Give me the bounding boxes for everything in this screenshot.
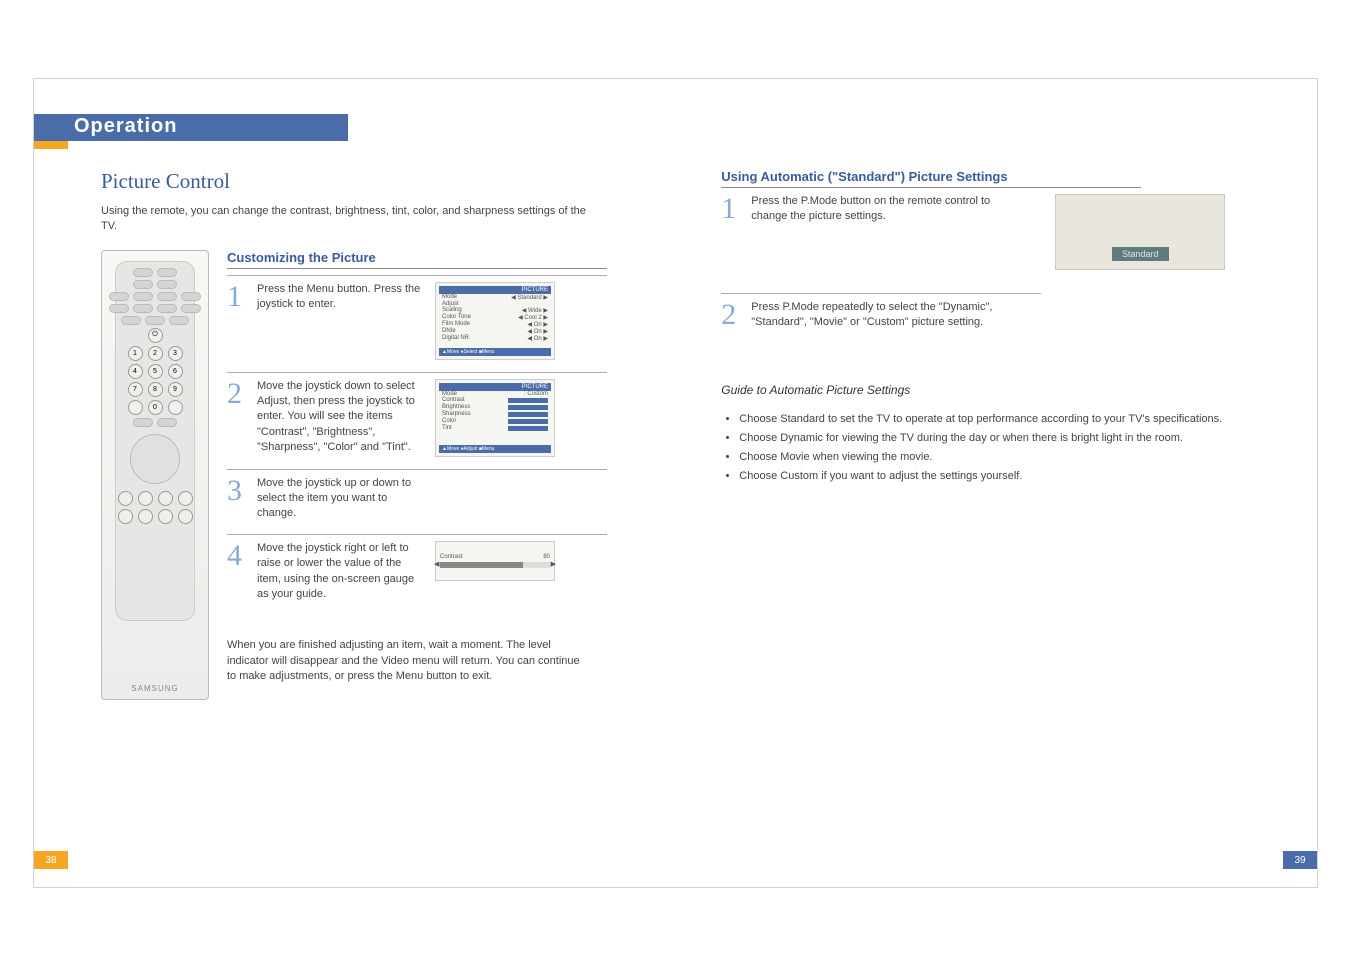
step-3: 3 Move the joystick up or down to select… — [227, 469, 607, 534]
operation-title: Operation — [74, 115, 177, 138]
step-4-text: Move the joystick right or left to raise… — [257, 541, 427, 603]
standard-label: Standard — [1112, 247, 1169, 261]
step-2-text: Move the joystick down to select Adjust,… — [257, 379, 427, 457]
left-body: ⏻ 123 456 789 0 SAMSUNG Customizing the … — [101, 250, 621, 700]
step-3-spacer — [435, 476, 555, 522]
after-steps-note: When you are finished adjusting an item,… — [227, 638, 587, 684]
customizing-heading: Customizing the Picture — [227, 250, 607, 269]
right-step-1: 1 Press the P.Mode button on the remote … — [721, 194, 1041, 235]
guide-title: Guide to Automatic Picture Settings — [721, 383, 1271, 397]
osd-picture-menu: PICTURE Mode◀ Standard ▶ Adjust Scaling◀… — [435, 282, 555, 360]
right-steps-row: 1 Press the P.Mode button on the remote … — [721, 194, 1271, 359]
right-step-2: 2 Press P.Mode repeatedly to select the … — [721, 293, 1041, 341]
remote-illustration: ⏻ 123 456 789 0 SAMSUNG — [101, 250, 209, 700]
step-2: 2 Move the joystick down to select Adjus… — [227, 372, 607, 469]
right-step-2-text: Press P.Mode repeatedly to select the "D… — [751, 300, 1011, 331]
auto-settings-heading: Using Automatic ("Standard") Picture Set… — [721, 169, 1141, 188]
power-icon: ⏻ — [148, 328, 163, 343]
step-4-number: 4 — [227, 541, 249, 603]
manual-spread: Operation Picture Control Using the remo… — [33, 78, 1318, 888]
dpad-icon — [130, 434, 180, 484]
right-column: Using Automatic ("Standard") Picture Set… — [721, 169, 1271, 700]
step-1-text: Press the Menu button. Press the joystic… — [257, 282, 427, 360]
right-step-1-number: 1 — [721, 194, 743, 225]
page-number-left: 38 — [34, 851, 68, 869]
left-column: Picture Control Using the remote, you ca… — [101, 169, 621, 700]
content-columns: Picture Control Using the remote, you ca… — [101, 169, 1271, 700]
bullet-dynamic: Choose Dynamic for viewing the TV during… — [739, 430, 1271, 447]
right-step-1-text: Press the P.Mode button on the remote co… — [751, 194, 1011, 225]
bullet-custom: Choose Custom if you want to adjust the … — [739, 468, 1271, 485]
step-2-number: 2 — [227, 379, 249, 457]
intro-text: Using the remote, you can change the con… — [101, 204, 601, 234]
remote-body: ⏻ 123 456 789 0 — [115, 261, 195, 621]
right-step-2-number: 2 — [721, 300, 743, 331]
picture-control-title: Picture Control — [101, 169, 621, 194]
page-number-right: 39 — [1283, 851, 1317, 869]
tv-screenshot-standard: Standard — [1055, 194, 1225, 270]
customizing-steps: Customizing the Picture 1 Press the Menu… — [227, 250, 607, 700]
step-1-number: 1 — [227, 282, 249, 360]
step-1: 1 Press the Menu button. Press the joyst… — [227, 275, 607, 372]
step-4: 4 Move the joystick right or left to rai… — [227, 534, 607, 615]
osd-adjust-menu: PICTURE Mode: Custom Contrast Brightness… — [435, 379, 555, 457]
bullet-standard: Choose Standard to set the TV to operate… — [739, 411, 1271, 428]
step-3-number: 3 — [227, 476, 249, 522]
osd-contrast-slider: Contrast80 — [435, 541, 555, 581]
guide-bullets: Choose Standard to set the TV to operate… — [721, 411, 1271, 485]
step-3-text: Move the joystick up or down to select t… — [257, 476, 427, 522]
remote-brand: SAMSUNG — [131, 684, 178, 693]
header-accent — [34, 141, 68, 149]
operation-header: Operation — [34, 114, 1317, 148]
bullet-movie: Choose Movie when viewing the movie. — [739, 449, 1271, 466]
